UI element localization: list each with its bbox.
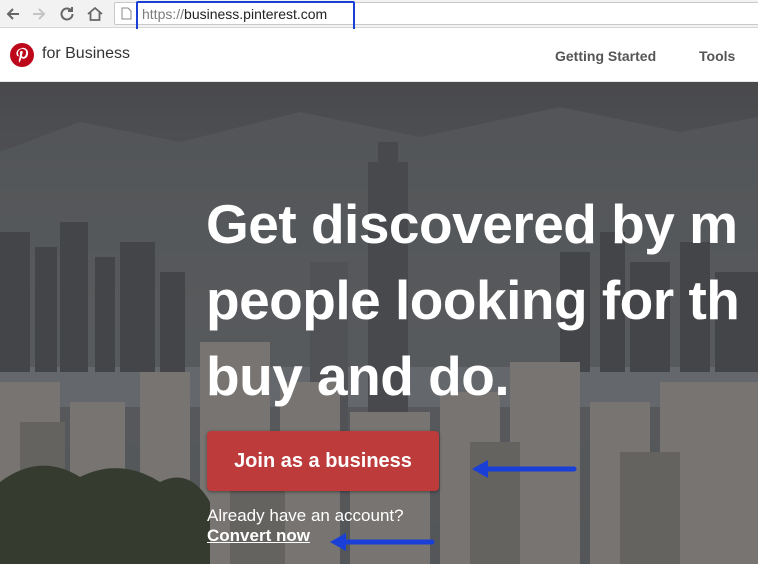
site-header: for Business Getting Started Tools (0, 29, 758, 82)
home-button[interactable] (84, 3, 106, 25)
brand-label[interactable]: for Business (42, 45, 130, 63)
annotation-arrow-icon (472, 460, 577, 478)
back-arrow-icon (6, 8, 19, 20)
browser-toolbar: https://business.pinterest.com (0, 0, 758, 31)
forward-button[interactable] (28, 3, 50, 25)
home-icon (87, 6, 103, 21)
page-icon (121, 7, 132, 20)
account-prompt: Already have an account? (207, 506, 404, 525)
forward-arrow-icon (33, 8, 46, 20)
annotation-arrow-icon (330, 533, 435, 551)
url-annotation-box (136, 1, 355, 31)
hero-section: Get discovered by m people looking for t… (0, 82, 758, 564)
nav-tools[interactable]: Tools (699, 48, 735, 64)
back-button[interactable] (2, 3, 24, 25)
hero-headline: Get discovered by m people looking for t… (206, 193, 740, 407)
reload-icon (60, 7, 74, 21)
join-as-business-button[interactable]: Join as a business (207, 431, 439, 491)
nav-getting-started[interactable]: Getting Started (555, 48, 656, 64)
pinterest-logo-icon[interactable] (10, 43, 34, 67)
reload-button[interactable] (56, 3, 78, 25)
convert-now-link[interactable]: Convert now (207, 526, 310, 546)
